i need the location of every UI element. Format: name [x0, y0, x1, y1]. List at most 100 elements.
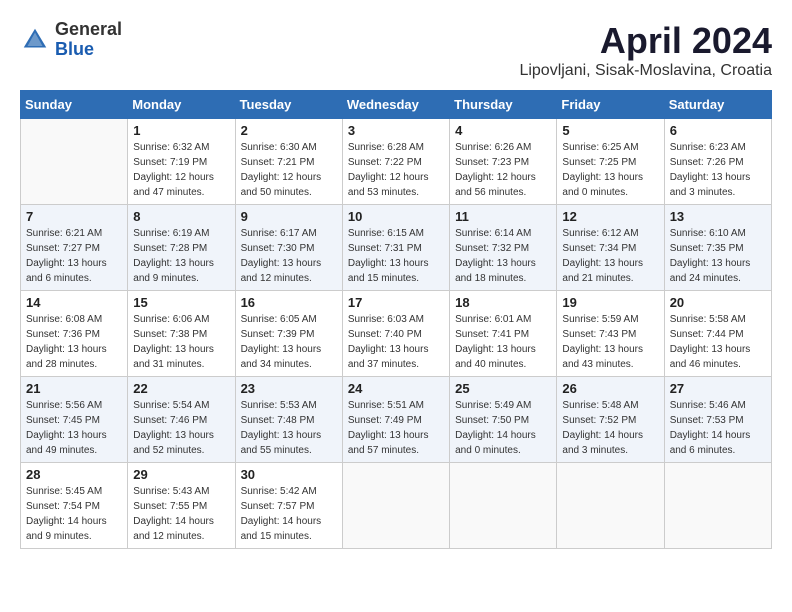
daylight: Daylight: 13 hours and 57 minutes.	[348, 430, 429, 456]
day-number: 3	[348, 123, 444, 138]
daylight: Daylight: 12 hours and 47 minutes.	[133, 172, 214, 198]
daylight: Daylight: 13 hours and 37 minutes.	[348, 344, 429, 370]
day-info: Sunrise: 5:49 AM Sunset: 7:50 PM Dayligh…	[455, 398, 551, 458]
table-row: 29 Sunrise: 5:43 AM Sunset: 7:55 PM Dayl…	[128, 463, 235, 549]
day-number: 4	[455, 123, 551, 138]
day-info: Sunrise: 5:51 AM Sunset: 7:49 PM Dayligh…	[348, 398, 444, 458]
day-info: Sunrise: 5:43 AM Sunset: 7:55 PM Dayligh…	[133, 484, 229, 544]
daylight: Daylight: 13 hours and 15 minutes.	[348, 258, 429, 284]
logo-blue: Blue	[55, 40, 122, 60]
sunset: Sunset: 7:35 PM	[670, 243, 744, 254]
day-info: Sunrise: 6:23 AM Sunset: 7:26 PM Dayligh…	[670, 140, 766, 200]
table-row: 26 Sunrise: 5:48 AM Sunset: 7:52 PM Dayl…	[557, 377, 664, 463]
day-info: Sunrise: 5:54 AM Sunset: 7:46 PM Dayligh…	[133, 398, 229, 458]
table-row: 30 Sunrise: 5:42 AM Sunset: 7:57 PM Dayl…	[235, 463, 342, 549]
daylight: Daylight: 13 hours and 46 minutes.	[670, 344, 751, 370]
day-number: 23	[241, 381, 337, 396]
sunrise: Sunrise: 5:51 AM	[348, 400, 424, 411]
daylight: Daylight: 13 hours and 9 minutes.	[133, 258, 214, 284]
day-info: Sunrise: 5:45 AM Sunset: 7:54 PM Dayligh…	[26, 484, 122, 544]
sunset: Sunset: 7:43 PM	[562, 329, 636, 340]
day-info: Sunrise: 6:28 AM Sunset: 7:22 PM Dayligh…	[348, 140, 444, 200]
day-number: 1	[133, 123, 229, 138]
sunrise: Sunrise: 6:05 AM	[241, 314, 317, 325]
sunrise: Sunrise: 5:48 AM	[562, 400, 638, 411]
logo-general: General	[55, 20, 122, 40]
day-info: Sunrise: 6:17 AM Sunset: 7:30 PM Dayligh…	[241, 226, 337, 286]
sunset: Sunset: 7:41 PM	[455, 329, 529, 340]
daylight: Daylight: 12 hours and 50 minutes.	[241, 172, 322, 198]
table-row: 11 Sunrise: 6:14 AM Sunset: 7:32 PM Dayl…	[450, 205, 557, 291]
table-row: 5 Sunrise: 6:25 AM Sunset: 7:25 PM Dayli…	[557, 119, 664, 205]
day-number: 30	[241, 467, 337, 482]
daylight: Daylight: 13 hours and 18 minutes.	[455, 258, 536, 284]
day-number: 22	[133, 381, 229, 396]
sunrise: Sunrise: 6:26 AM	[455, 142, 531, 153]
day-info: Sunrise: 6:19 AM Sunset: 7:28 PM Dayligh…	[133, 226, 229, 286]
sunrise: Sunrise: 6:06 AM	[133, 314, 209, 325]
day-number: 29	[133, 467, 229, 482]
day-info: Sunrise: 6:10 AM Sunset: 7:35 PM Dayligh…	[670, 226, 766, 286]
calendar-table: Sunday Monday Tuesday Wednesday Thursday…	[20, 90, 772, 549]
day-info: Sunrise: 6:03 AM Sunset: 7:40 PM Dayligh…	[348, 312, 444, 372]
logo-text: General Blue	[55, 20, 122, 60]
title-block: April 2024 Lipovljani, Sisak-Moslavina, …	[519, 20, 772, 80]
col-sunday: Sunday	[21, 91, 128, 119]
sunrise: Sunrise: 5:59 AM	[562, 314, 638, 325]
logo: General Blue	[20, 20, 122, 60]
sunset: Sunset: 7:28 PM	[133, 243, 207, 254]
sunset: Sunset: 7:52 PM	[562, 415, 636, 426]
table-row: 13 Sunrise: 6:10 AM Sunset: 7:35 PM Dayl…	[664, 205, 771, 291]
table-row	[342, 463, 449, 549]
daylight: Daylight: 13 hours and 0 minutes.	[562, 172, 643, 198]
daylight: Daylight: 13 hours and 52 minutes.	[133, 430, 214, 456]
table-row: 9 Sunrise: 6:17 AM Sunset: 7:30 PM Dayli…	[235, 205, 342, 291]
day-number: 25	[455, 381, 551, 396]
day-info: Sunrise: 5:56 AM Sunset: 7:45 PM Dayligh…	[26, 398, 122, 458]
day-info: Sunrise: 6:14 AM Sunset: 7:32 PM Dayligh…	[455, 226, 551, 286]
table-row: 6 Sunrise: 6:23 AM Sunset: 7:26 PM Dayli…	[664, 119, 771, 205]
daylight: Daylight: 14 hours and 12 minutes.	[133, 516, 214, 542]
table-row: 4 Sunrise: 6:26 AM Sunset: 7:23 PM Dayli…	[450, 119, 557, 205]
daylight: Daylight: 13 hours and 24 minutes.	[670, 258, 751, 284]
table-row: 28 Sunrise: 5:45 AM Sunset: 7:54 PM Dayl…	[21, 463, 128, 549]
sunrise: Sunrise: 6:30 AM	[241, 142, 317, 153]
daylight: Daylight: 12 hours and 56 minutes.	[455, 172, 536, 198]
daylight: Daylight: 13 hours and 40 minutes.	[455, 344, 536, 370]
day-info: Sunrise: 5:42 AM Sunset: 7:57 PM Dayligh…	[241, 484, 337, 544]
sunrise: Sunrise: 6:08 AM	[26, 314, 102, 325]
sunrise: Sunrise: 5:53 AM	[241, 400, 317, 411]
sunrise: Sunrise: 5:46 AM	[670, 400, 746, 411]
calendar-header-row: Sunday Monday Tuesday Wednesday Thursday…	[21, 91, 772, 119]
logo-icon	[20, 25, 50, 55]
table-row	[557, 463, 664, 549]
sunset: Sunset: 7:39 PM	[241, 329, 315, 340]
daylight: Daylight: 14 hours and 0 minutes.	[455, 430, 536, 456]
daylight: Daylight: 14 hours and 9 minutes.	[26, 516, 107, 542]
table-row	[450, 463, 557, 549]
table-row: 14 Sunrise: 6:08 AM Sunset: 7:36 PM Dayl…	[21, 291, 128, 377]
daylight: Daylight: 14 hours and 15 minutes.	[241, 516, 322, 542]
sunset: Sunset: 7:21 PM	[241, 157, 315, 168]
day-info: Sunrise: 5:58 AM Sunset: 7:44 PM Dayligh…	[670, 312, 766, 372]
day-info: Sunrise: 6:01 AM Sunset: 7:41 PM Dayligh…	[455, 312, 551, 372]
sunrise: Sunrise: 6:10 AM	[670, 228, 746, 239]
day-info: Sunrise: 6:30 AM Sunset: 7:21 PM Dayligh…	[241, 140, 337, 200]
table-row: 18 Sunrise: 6:01 AM Sunset: 7:41 PM Dayl…	[450, 291, 557, 377]
table-row: 1 Sunrise: 6:32 AM Sunset: 7:19 PM Dayli…	[128, 119, 235, 205]
sunrise: Sunrise: 5:45 AM	[26, 486, 102, 497]
table-row: 27 Sunrise: 5:46 AM Sunset: 7:53 PM Dayl…	[664, 377, 771, 463]
sunset: Sunset: 7:36 PM	[26, 329, 100, 340]
sunrise: Sunrise: 6:19 AM	[133, 228, 209, 239]
table-row: 20 Sunrise: 5:58 AM Sunset: 7:44 PM Dayl…	[664, 291, 771, 377]
daylight: Daylight: 13 hours and 34 minutes.	[241, 344, 322, 370]
daylight: Daylight: 12 hours and 53 minutes.	[348, 172, 429, 198]
day-number: 8	[133, 209, 229, 224]
calendar-week-row: 1 Sunrise: 6:32 AM Sunset: 7:19 PM Dayli…	[21, 119, 772, 205]
sunset: Sunset: 7:19 PM	[133, 157, 207, 168]
col-monday: Monday	[128, 91, 235, 119]
day-number: 13	[670, 209, 766, 224]
sunset: Sunset: 7:38 PM	[133, 329, 207, 340]
day-number: 2	[241, 123, 337, 138]
sunset: Sunset: 7:45 PM	[26, 415, 100, 426]
